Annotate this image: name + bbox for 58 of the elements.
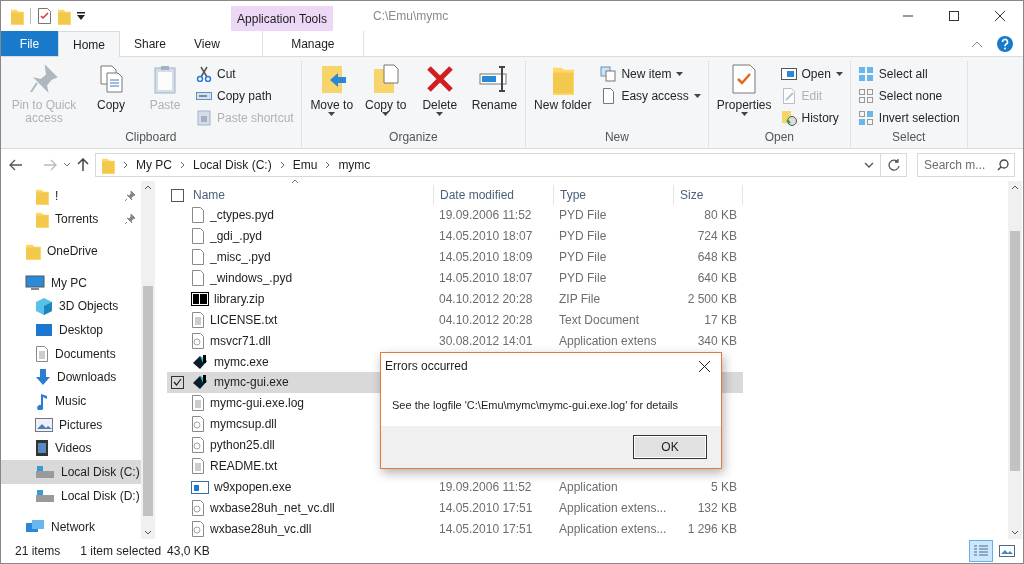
file-name: LICENSE.txt bbox=[210, 312, 278, 327]
file-name: mymcsup.dll bbox=[210, 417, 277, 432]
size-cell-text: 724 KB bbox=[696, 229, 738, 244]
window-title: C:\Emu\mymc bbox=[373, 8, 449, 25]
type-cell-text: Application extens... bbox=[558, 521, 668, 536]
file-name: wxbase28uh_vc.dll bbox=[210, 521, 312, 536]
size-cell-text: 640 KB bbox=[696, 271, 738, 286]
date-cell-text: 14.05.2010 18:09 bbox=[438, 250, 534, 265]
date-cell-text: 04.10.2012 20:28 bbox=[438, 312, 534, 327]
size-cell-text: 80 KB bbox=[703, 208, 738, 223]
dialog-message: See the logfile 'C:\Emu\mymc\mymc-gui.exe.log' for details bbox=[392, 399, 679, 411]
size-cell-text: 648 KB bbox=[696, 250, 738, 265]
file-name: mymc-gui.exe bbox=[214, 375, 289, 390]
selection-info: 1 item selected bbox=[80, 544, 162, 558]
size-cell-text: 1 296 KB bbox=[686, 521, 738, 536]
file-name: README.txt bbox=[210, 458, 278, 473]
file-name: _misc_.pyd bbox=[210, 250, 271, 265]
group-label: New bbox=[603, 130, 630, 146]
size-cell-text: 5 KB bbox=[710, 479, 738, 494]
date-cell-text: 19.09.2006 11:52 bbox=[438, 479, 533, 494]
type-cell-text: Application bbox=[558, 479, 619, 494]
group-label: Clipboard bbox=[124, 130, 178, 146]
date-cell-text: 14.05.2010 18:07 bbox=[438, 229, 534, 244]
dialog-title: Errors occurred bbox=[385, 359, 468, 373]
size-cell-text: 2 500 KB bbox=[686, 291, 738, 306]
file-name: python25.dll bbox=[210, 438, 275, 453]
selection-size: 43,0 KB bbox=[167, 544, 210, 558]
type-cell-text: PYD File bbox=[558, 271, 608, 286]
type-cell-text: PYD File bbox=[558, 229, 608, 244]
file-name: mymc.exe bbox=[214, 354, 269, 369]
date-cell-text: 04.10.2012 20:28 bbox=[438, 291, 534, 306]
size-cell-text: 17 KB bbox=[703, 312, 738, 327]
group-label: Open bbox=[763, 130, 795, 146]
type-cell-text: Application extens bbox=[558, 333, 658, 348]
date-cell-text: 19.09.2006 11:52 bbox=[438, 208, 533, 223]
file-name: mymc-gui.exe.log bbox=[210, 396, 305, 411]
file-name: w9xpopen.exe bbox=[214, 479, 292, 494]
size-cell-text: 340 KB bbox=[696, 333, 738, 348]
context-tab-title: Application Tools bbox=[231, 6, 333, 31]
date-cell-text: 30.08.2012 14:01 bbox=[438, 333, 534, 348]
type-cell-text: PYD File bbox=[558, 250, 608, 265]
file-name: wxbase28uh_net_vc.dll bbox=[210, 500, 335, 515]
date-cell-text: 14.05.2010 17:51 bbox=[438, 500, 534, 515]
file-name: _ctypes.pyd bbox=[210, 208, 275, 223]
date-cell-text: 14.05.2010 18:07 bbox=[438, 271, 534, 286]
item-count: 21 items bbox=[15, 544, 61, 558]
type-cell-text: PYD File bbox=[558, 208, 608, 223]
group-label: Organize bbox=[388, 130, 439, 146]
group-label: Select bbox=[891, 130, 927, 146]
type-cell-text: Text Document bbox=[558, 312, 641, 327]
file-name: _gdi_.pyd bbox=[210, 229, 263, 244]
size-cell-text: 132 KB bbox=[696, 500, 738, 515]
file-name: library.zip bbox=[214, 291, 265, 306]
file-name: _windows_.pyd bbox=[210, 271, 293, 286]
file-name: msvcr71.dll bbox=[210, 333, 271, 348]
type-cell-text: Application extens... bbox=[558, 500, 668, 515]
type-cell-text: ZIP File bbox=[558, 291, 602, 306]
date-cell-text: 14.05.2010 17:51 bbox=[438, 521, 534, 536]
